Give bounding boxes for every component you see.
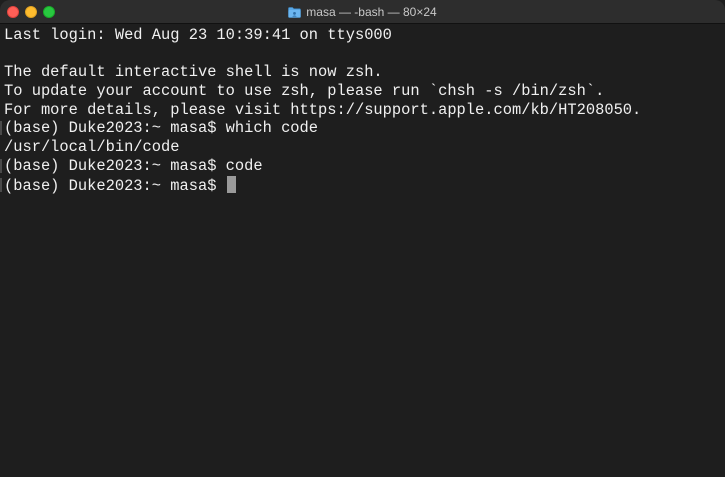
terminal-line: Last login: Wed Aug 23 10:39:41 on ttys0… — [4, 26, 392, 44]
window-title-group: masa — -bash — 80×24 — [0, 0, 725, 24]
terminal-output[interactable]: Last login: Wed Aug 23 10:39:41 on ttys0… — [0, 26, 725, 477]
folder-icon — [288, 6, 302, 18]
terminal-line: /usr/local/bin/code — [4, 138, 180, 157]
terminal-window: masa — -bash — 80×24 Last login: Wed Aug… — [0, 0, 725, 477]
title-bar[interactable]: masa — -bash — 80×24 — [0, 0, 725, 24]
prompt-text: (base) Duke2023:~ masa$ — [4, 176, 226, 195]
prompt-mark — [0, 159, 2, 173]
terminal-line: For more details, please visit https://s… — [4, 100, 642, 119]
terminal-line: (base) Duke2023:~ masa$ which code — [4, 119, 319, 138]
window-title: masa — -bash — 80×24 — [306, 5, 437, 19]
prompt-mark — [0, 121, 2, 135]
text-cursor — [226, 175, 236, 193]
terminal-line: To update your account to use zsh, pleas… — [4, 82, 605, 101]
terminal-line: (base) Duke2023:~ masa$ code — [4, 156, 263, 175]
terminal-prompt-line: (base) Duke2023:~ masa$ — [4, 175, 725, 195]
prompt-mark — [0, 178, 2, 192]
terminal-line: The default interactive shell is now zsh… — [4, 63, 383, 82]
